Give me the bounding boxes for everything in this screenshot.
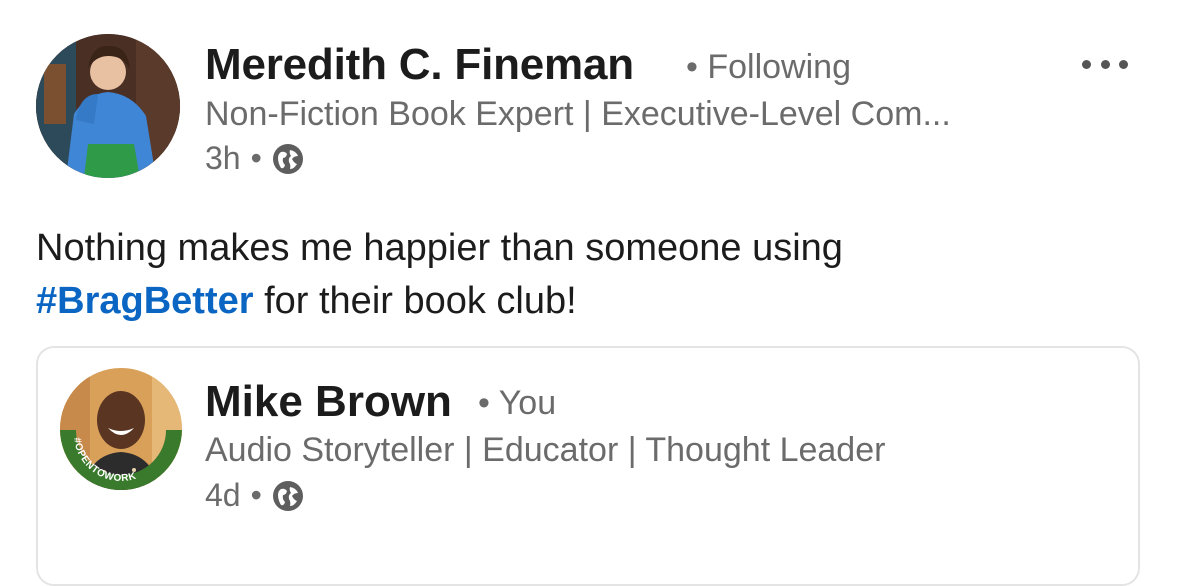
shared-author-headline: Audio Storyteller | Educator | Thought L… bbox=[205, 431, 886, 469]
author-relation: • Following bbox=[686, 48, 851, 87]
shared-post-timestamp: 4d • bbox=[205, 477, 304, 514]
globe-icon bbox=[272, 143, 304, 175]
relation-label: Following bbox=[707, 48, 851, 86]
relation-separator: • bbox=[686, 48, 698, 86]
shared-author-name[interactable]: Mike Brown bbox=[205, 377, 452, 427]
post-text: Nothing makes me happier than someone us… bbox=[36, 222, 1136, 328]
post-text-intro: Nothing makes me happier than someone us… bbox=[36, 227, 843, 269]
post-text-outro: for their book club! bbox=[253, 280, 577, 322]
post-timestamp: 3h • bbox=[205, 140, 304, 177]
shared-author-avatar[interactable]: #OPENTOWORK bbox=[60, 368, 182, 490]
shared-author-photo: #OPENTOWORK bbox=[60, 368, 182, 490]
more-dot bbox=[1100, 59, 1110, 69]
timestamp-separator: • bbox=[250, 140, 262, 176]
relation-separator: • bbox=[478, 384, 490, 422]
more-dot bbox=[1119, 59, 1128, 69]
hashtag-link[interactable]: #BragBetter bbox=[36, 280, 254, 322]
shared-author-relation: • You bbox=[478, 384, 556, 423]
author-photo bbox=[36, 34, 180, 178]
author-headline: Non-Fiction Book Expert | Executive-Leve… bbox=[205, 95, 951, 133]
more-dot bbox=[1082, 59, 1091, 69]
author-avatar[interactable] bbox=[36, 34, 180, 178]
timestamp-text: 3h bbox=[205, 140, 241, 176]
post-header: Meredith C. Fineman • Following Non-Fict… bbox=[0, 0, 1179, 200]
globe-icon bbox=[272, 480, 304, 512]
author-name[interactable]: Meredith C. Fineman bbox=[205, 40, 634, 90]
relation-label: You bbox=[498, 384, 557, 422]
timestamp-separator: • bbox=[250, 477, 262, 513]
more-options-icon[interactable] bbox=[1082, 52, 1128, 76]
timestamp-text: 4d bbox=[205, 477, 241, 513]
